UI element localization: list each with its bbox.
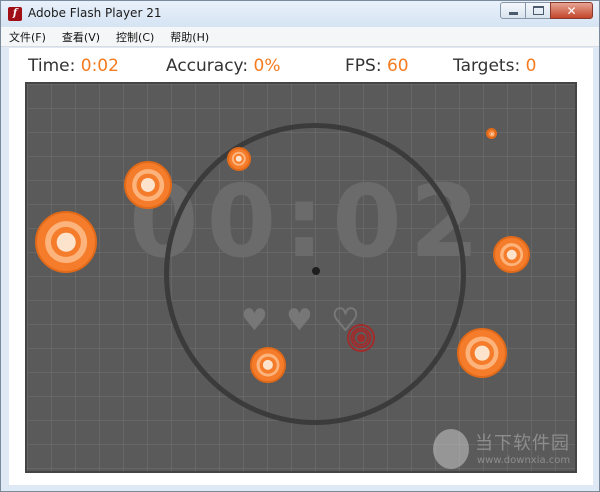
minimize-button[interactable] bbox=[500, 2, 526, 19]
watermark-url: www.downxia.com bbox=[477, 455, 571, 466]
time-label: Time: bbox=[28, 56, 76, 76]
fps-value: 60 bbox=[386, 56, 409, 76]
hud-targets: Targets: 0 bbox=[453, 56, 536, 76]
accuracy-value: 0% bbox=[253, 56, 281, 76]
fps-label: FPS: bbox=[345, 56, 382, 76]
target[interactable] bbox=[124, 161, 172, 209]
app-window: f Adobe Flash Player 21 ✕ 文件(F) 查看(V) 控制… bbox=[0, 0, 600, 492]
accuracy-label: Accuracy: bbox=[166, 56, 249, 76]
maximize-button[interactable] bbox=[525, 2, 551, 19]
flash-player-icon: f bbox=[8, 7, 22, 21]
game-hud: Time: 0:02 Accuracy: 0% FPS: 60 Targets:… bbox=[9, 48, 593, 84]
hud-fps: FPS: 60 bbox=[345, 56, 409, 76]
menu-file[interactable]: 文件(F) bbox=[7, 29, 48, 45]
minimize-icon bbox=[508, 12, 518, 15]
menu-control[interactable]: 控制(C) bbox=[114, 29, 156, 45]
crosshair-dot bbox=[312, 267, 320, 275]
targets-label: Targets: bbox=[453, 56, 521, 76]
watermark: 当下软件园 www.downxia.com bbox=[433, 427, 593, 471]
heart-icon: ♥ bbox=[241, 303, 268, 338]
menu-view[interactable]: 查看(V) bbox=[60, 29, 102, 45]
target-hit-marker bbox=[347, 324, 375, 352]
hud-accuracy: Accuracy: 0% bbox=[166, 56, 281, 76]
target[interactable] bbox=[250, 347, 286, 383]
targets-value: 0 bbox=[525, 56, 537, 76]
time-value: 0:02 bbox=[80, 56, 119, 76]
title-bar[interactable]: f Adobe Flash Player 21 ✕ bbox=[1, 1, 599, 27]
target[interactable] bbox=[457, 328, 507, 378]
target[interactable] bbox=[493, 236, 530, 273]
watermark-text: 当下软件园 bbox=[475, 433, 570, 454]
menu-help[interactable]: 帮助(H) bbox=[168, 29, 211, 45]
watermark-logo-icon bbox=[433, 429, 469, 469]
menu-bar: 文件(F) 查看(V) 控制(C) 帮助(H) bbox=[1, 27, 599, 47]
heart-icon: ♥ bbox=[286, 303, 313, 338]
window-controls: ✕ bbox=[500, 2, 593, 20]
window-title: Adobe Flash Player 21 bbox=[28, 6, 162, 20]
game-arena[interactable]: 00:02 ♥ ♥ ♥ bbox=[25, 82, 577, 473]
target[interactable] bbox=[35, 211, 97, 273]
target[interactable] bbox=[227, 147, 251, 171]
target[interactable] bbox=[486, 128, 497, 139]
maximize-icon bbox=[532, 6, 544, 15]
close-icon: ✕ bbox=[566, 3, 577, 18]
hud-time: Time: 0:02 bbox=[28, 56, 119, 76]
flash-content: Time: 0:02 Accuracy: 0% FPS: 60 Targets:… bbox=[9, 48, 593, 485]
close-button[interactable]: ✕ bbox=[550, 2, 593, 19]
